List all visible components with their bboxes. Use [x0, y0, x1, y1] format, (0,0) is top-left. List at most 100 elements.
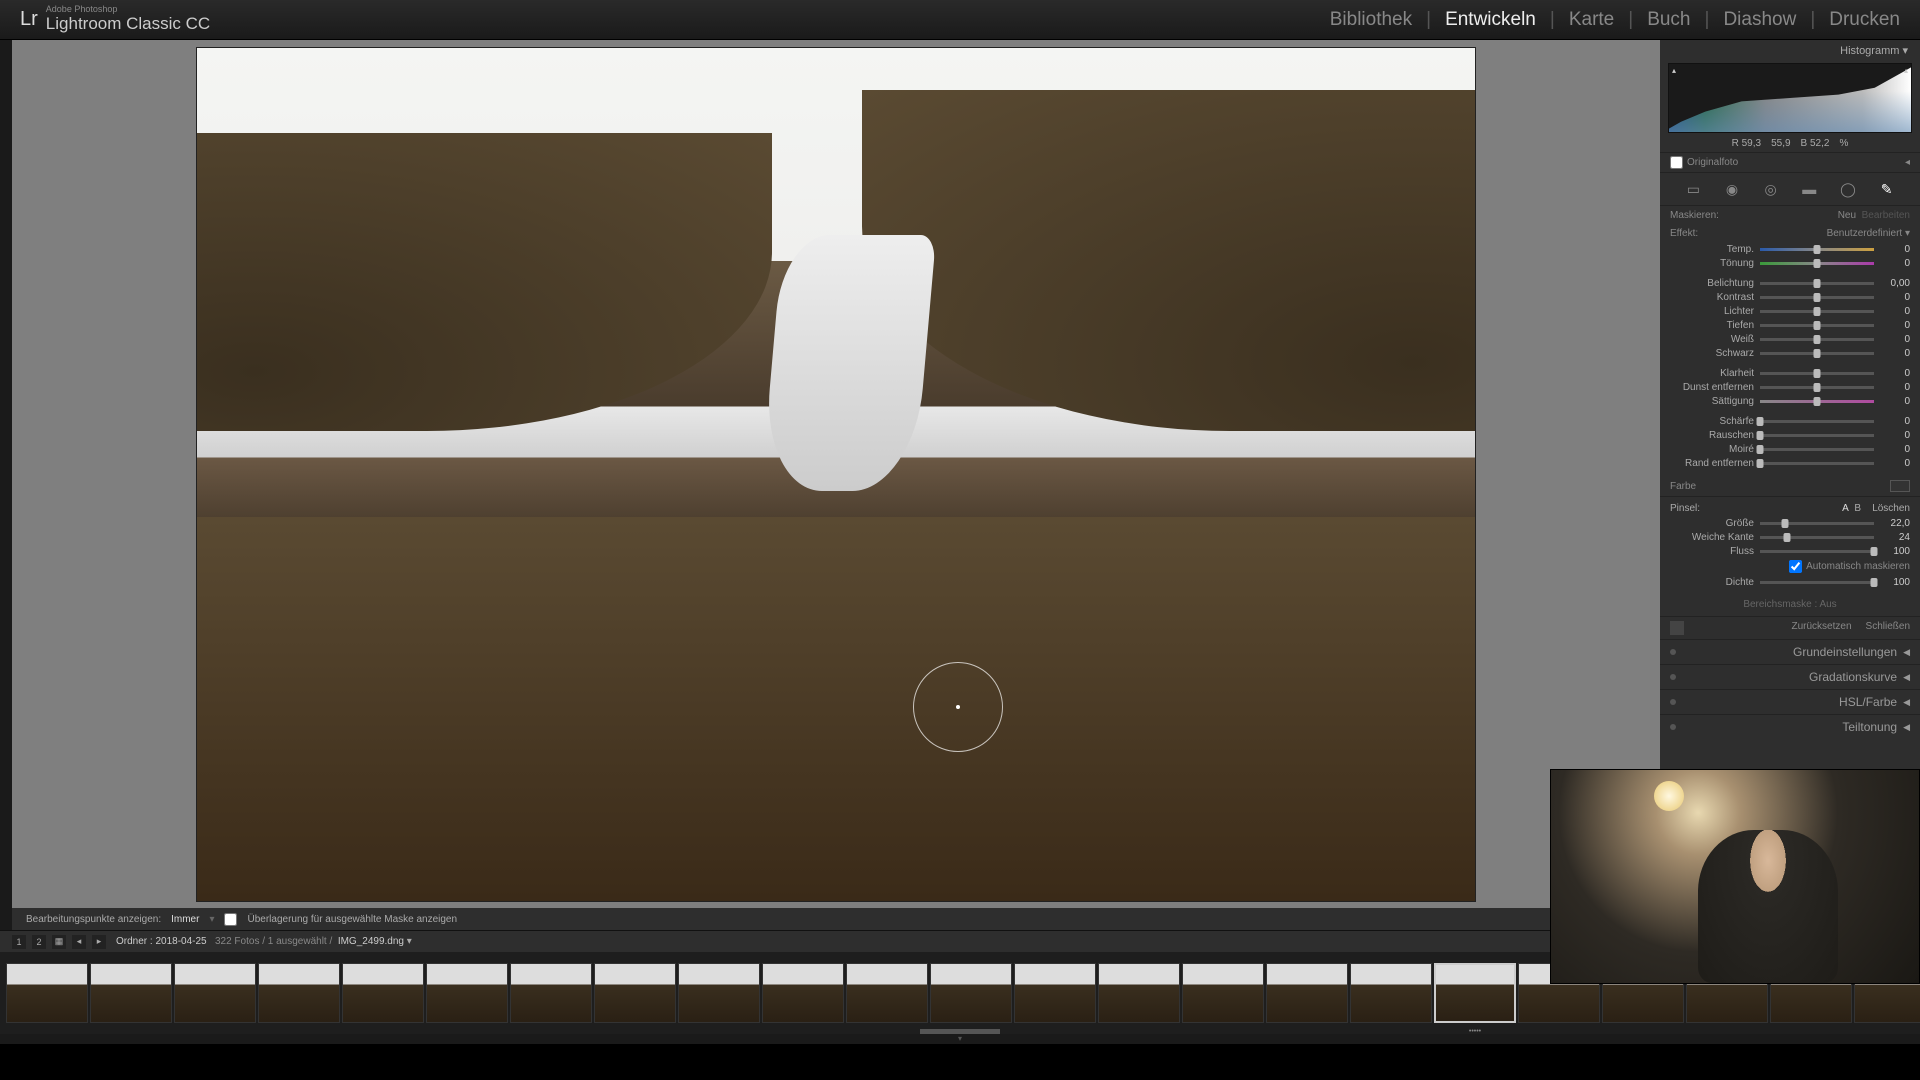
effect-dropdown[interactable]: Benutzerdefiniert ▾	[1827, 228, 1910, 239]
panel-switch-icon[interactable]	[1670, 621, 1684, 635]
filmstrip-thumb[interactable]	[258, 963, 340, 1023]
filmstrip-thumb[interactable]	[174, 963, 256, 1023]
filmstrip-thumb[interactable]	[1098, 963, 1180, 1023]
brush-feather-slider[interactable]	[1760, 536, 1874, 539]
accordion-split[interactable]: Teiltonung◀	[1660, 714, 1920, 739]
brush-flow-value[interactable]: 100	[1880, 546, 1910, 557]
shadows-slider[interactable]	[1760, 324, 1874, 327]
contrast-value[interactable]: 0	[1880, 292, 1910, 303]
noise-value[interactable]: 0	[1880, 430, 1910, 441]
moire-slider[interactable]	[1760, 448, 1874, 451]
brush-feather-value[interactable]: 24	[1880, 532, 1910, 543]
filmstrip-thumb[interactable]	[90, 963, 172, 1023]
filmstrip-thumb[interactable]	[1434, 963, 1516, 1023]
shadows-value[interactable]: 0	[1880, 320, 1910, 331]
color-swatch[interactable]	[1890, 480, 1910, 492]
module-print[interactable]: Drucken	[1829, 9, 1900, 31]
nav-prev-icon[interactable]: ◂	[72, 935, 86, 949]
whites-slider[interactable]	[1760, 338, 1874, 341]
histogram-header[interactable]: Histogramm ▾	[1660, 40, 1920, 61]
contrast-slider[interactable]	[1760, 296, 1874, 299]
tint-value[interactable]: 0	[1880, 258, 1910, 269]
filmstrip-thumb[interactable]	[1350, 963, 1432, 1023]
clarity-value[interactable]: 0	[1880, 368, 1910, 379]
panel-collapse-bottom-icon[interactable]: ▾	[0, 1034, 1920, 1044]
module-library[interactable]: Bibliothek	[1330, 9, 1412, 31]
nav-next-icon[interactable]: ▸	[92, 935, 106, 949]
module-map[interactable]: Karte	[1569, 9, 1614, 31]
brush-density-value[interactable]: 100	[1880, 577, 1910, 588]
defringe-slider[interactable]	[1760, 462, 1874, 465]
temp-value[interactable]: 0	[1880, 244, 1910, 255]
clip-shadows-icon[interactable]: ▴	[1672, 66, 1676, 75]
photo-preview[interactable]	[196, 47, 1476, 902]
brush-tool-icon[interactable]: ✎	[1877, 179, 1897, 199]
exposure-slider[interactable]	[1760, 282, 1874, 285]
filmstrip-thumb[interactable]	[1266, 963, 1348, 1023]
filmstrip-thumb[interactable]	[846, 963, 928, 1023]
dehaze-value[interactable]: 0	[1880, 382, 1910, 393]
accordion-curve[interactable]: Gradationskurve◀	[1660, 664, 1920, 689]
close-button[interactable]: Schließen	[1866, 621, 1910, 635]
crop-tool-icon[interactable]: ▭	[1683, 179, 1703, 199]
automask-checkbox[interactable]	[1789, 560, 1802, 573]
module-develop[interactable]: Entwickeln	[1445, 9, 1536, 31]
pins-mode-dropdown[interactable]: Immer	[171, 914, 199, 925]
defringe-value[interactable]: 0	[1880, 458, 1910, 469]
histogram[interactable]: ▴▴	[1668, 63, 1912, 133]
secondary-monitor-2-icon[interactable]: 2	[32, 935, 46, 949]
original-checkbox[interactable]	[1670, 156, 1683, 169]
filmstrip-thumb[interactable]	[930, 963, 1012, 1023]
brush-a-button[interactable]: A	[1842, 503, 1849, 514]
filmstrip-thumb[interactable]	[594, 963, 676, 1023]
sharpness-value[interactable]: 0	[1880, 416, 1910, 427]
tint-slider[interactable]	[1760, 262, 1874, 265]
brush-size-slider[interactable]	[1760, 522, 1874, 525]
module-book[interactable]: Buch	[1647, 9, 1690, 31]
spot-tool-icon[interactable]: ◉	[1722, 179, 1742, 199]
filmstrip-thumb[interactable]	[762, 963, 844, 1023]
blacks-value[interactable]: 0	[1880, 348, 1910, 359]
secondary-monitor-icon[interactable]: 1	[12, 935, 26, 949]
brush-density-slider[interactable]	[1760, 581, 1874, 584]
radial-tool-icon[interactable]: ◯	[1838, 179, 1858, 199]
highlights-slider[interactable]	[1760, 310, 1874, 313]
filmstrip-thumb[interactable]	[342, 963, 424, 1023]
grid-view-icon[interactable]: ▦	[52, 935, 66, 949]
dehaze-slider[interactable]	[1760, 386, 1874, 389]
filmstrip-thumb[interactable]	[426, 963, 508, 1023]
overlay-checkbox[interactable]	[224, 913, 237, 926]
brush-size-value[interactable]: 22,0	[1880, 518, 1910, 529]
filmstrip-scrollbar[interactable]	[920, 1029, 1000, 1034]
canvas[interactable]	[12, 40, 1660, 908]
clip-highlights-icon[interactable]: ▴	[1904, 66, 1908, 75]
breadcrumb[interactable]: Ordner : 2018-04-25 322 Fotos / 1 ausgew…	[116, 936, 412, 947]
temp-slider[interactable]	[1760, 248, 1874, 251]
filmstrip-thumb[interactable]	[1014, 963, 1096, 1023]
filmstrip-thumb[interactable]	[678, 963, 760, 1023]
mask-new-button[interactable]: Neu	[1838, 210, 1856, 221]
accordion-hsl[interactable]: HSL/Farbe◀	[1660, 689, 1920, 714]
saturation-value[interactable]: 0	[1880, 396, 1910, 407]
module-slideshow[interactable]: Diashow	[1723, 9, 1796, 31]
brush-b-button[interactable]: B	[1854, 503, 1861, 514]
filmstrip-thumb[interactable]	[510, 963, 592, 1023]
exposure-value[interactable]: 0,00	[1880, 278, 1910, 289]
sharpness-slider[interactable]	[1760, 420, 1874, 423]
highlights-value[interactable]: 0	[1880, 306, 1910, 317]
whites-value[interactable]: 0	[1880, 334, 1910, 345]
range-mask-dropdown[interactable]: Bereichsmaske : Aus	[1660, 593, 1920, 616]
filmstrip-thumb[interactable]	[1182, 963, 1264, 1023]
mask-edit-button[interactable]: Bearbeiten	[1862, 210, 1910, 221]
reset-button[interactable]: Zurücksetzen	[1792, 621, 1852, 635]
redeye-tool-icon[interactable]: ◎	[1761, 179, 1781, 199]
grad-tool-icon[interactable]: ▬	[1799, 179, 1819, 199]
clarity-slider[interactable]	[1760, 372, 1874, 375]
moire-value[interactable]: 0	[1880, 444, 1910, 455]
blacks-slider[interactable]	[1760, 352, 1874, 355]
saturation-slider[interactable]	[1760, 400, 1874, 403]
brush-flow-slider[interactable]	[1760, 550, 1874, 553]
filmstrip-thumb[interactable]	[6, 963, 88, 1023]
left-panel-collapsed[interactable]	[0, 40, 12, 930]
accordion-basic[interactable]: Grundeinstellungen◀	[1660, 639, 1920, 664]
